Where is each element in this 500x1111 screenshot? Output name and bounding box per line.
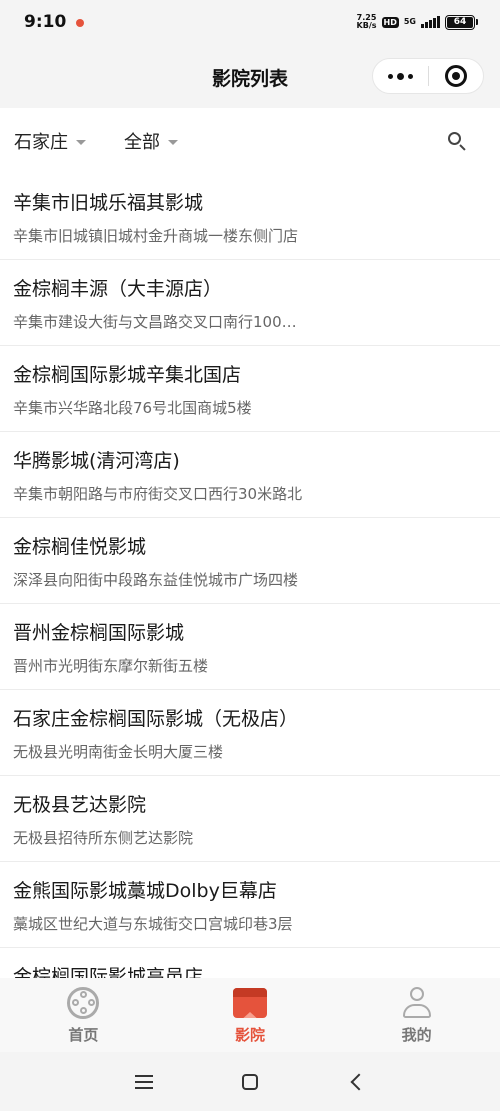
cinema-address: 辛集市建设大街与文昌路交叉口南行100… — [13, 313, 297, 331]
bottom-tab-bar: 首页 影院 我的 — [0, 978, 500, 1052]
cinema-name: 辛集市旧城乐福其影城 — [13, 192, 204, 214]
tab-cinema-label: 影院 — [235, 1026, 266, 1044]
cinema-name: 晋州金棕榈国际影城 — [13, 622, 185, 644]
cinema-name: 华腾影城(清河湾店) — [13, 450, 180, 472]
cinema-address: 辛集市兴华路北段76号北国商城5楼 — [13, 399, 252, 417]
network-speed: 7.25 KB/s — [357, 14, 377, 30]
cinema-name: 金棕榈佳悦影城 — [13, 536, 147, 558]
city-filter-label: 石家庄 — [14, 132, 68, 153]
status-time: 9:10 — [24, 12, 67, 32]
cinema-list-item[interactable]: 华腾影城(清河湾店) 辛集市朝阳路与市府街交叉口西行30米路北 — [0, 432, 500, 518]
cinema-screen-icon — [233, 986, 267, 1020]
tab-mine[interactable]: 我的 — [333, 978, 500, 1052]
cinema-address: 无极县光明南街金长明大厦三楼 — [13, 743, 224, 761]
cinema-name: 金棕榈国际影城辛集北国店 — [13, 364, 242, 386]
hd-badge: HD — [381, 16, 399, 28]
mini-program-capsule — [372, 58, 484, 94]
cinema-list-item[interactable]: 辛集市旧城乐福其影城 辛集市旧城镇旧城村金升商城一楼东侧门店 — [0, 174, 500, 260]
cinema-list-item[interactable]: 无极县艺达影院 无极县招待所东侧艺达影院 — [0, 776, 500, 862]
more-options-button[interactable] — [373, 59, 428, 93]
back-button[interactable] — [350, 1073, 368, 1090]
cinema-name: 石家庄金棕榈国际影城（无极店） — [13, 708, 299, 730]
signal-icon — [421, 16, 440, 28]
cinema-name: 无极县艺达影院 — [13, 794, 147, 816]
location-icon — [76, 19, 85, 27]
battery-icon: 64 — [445, 14, 478, 30]
cinema-address: 无极县招待所东侧艺达影院 — [13, 829, 194, 847]
status-bar: 9:10 7.25 KB/s HD 5G 64 — [0, 0, 500, 44]
network-speed-unit: KB/s — [356, 21, 377, 30]
cinema-list-item[interactable]: 金棕榈国际影城高邑店 — [0, 948, 500, 978]
cinema-address: 辛集市朝阳路与市府街交叉口西行30米路北 — [13, 485, 303, 503]
cinema-list-item[interactable]: 金棕榈丰源（大丰源店） 辛集市建设大街与文昌路交叉口南行100… — [0, 260, 500, 346]
cinema-list: 辛集市旧城乐福其影城 辛集市旧城镇旧城村金升商城一楼东侧门店 金棕榈丰源（大丰源… — [0, 174, 500, 978]
cinema-address: 晋州市光明街东摩尔新街五楼 — [13, 657, 209, 675]
recent-apps-button[interactable] — [134, 1074, 153, 1089]
search-icon — [448, 132, 461, 145]
cinema-list-item[interactable]: 金熊国际影城藁城Dolby巨幕店 藁城区世纪大道与东城街交口宫城印巷3层 — [0, 862, 500, 948]
district-filter-label: 全部 — [124, 132, 160, 153]
cinema-address: 辛集市旧城镇旧城村金升商城一楼东侧门店 — [13, 227, 299, 245]
network-type: 5G — [403, 17, 416, 26]
system-navigation-bar — [0, 1052, 500, 1111]
cinema-address: 藁城区世纪大道与东城街交口宫城印巷3层 — [13, 915, 293, 933]
cinema-name: 金棕榈国际影城高邑店 — [13, 966, 204, 978]
cinema-name: 金棕榈丰源（大丰源店） — [13, 278, 223, 300]
navigation-bar: 影院列表 — [0, 44, 500, 108]
search-button[interactable] — [446, 130, 468, 152]
close-target-icon — [444, 65, 467, 87]
tab-home-label: 首页 — [68, 1026, 99, 1044]
tab-cinema[interactable]: 影院 — [167, 978, 334, 1052]
cinema-list-item[interactable]: 石家庄金棕榈国际影城（无极店） 无极县光明南街金长明大厦三楼 — [0, 690, 500, 776]
close-mini-program-button[interactable] — [428, 59, 483, 93]
caret-down-icon — [76, 139, 86, 145]
cinema-list-item[interactable]: 晋州金棕榈国际影城 晋州市光明街东摩尔新街五楼 — [0, 604, 500, 690]
tab-mine-label: 我的 — [401, 1026, 432, 1044]
tab-home[interactable]: 首页 — [0, 978, 167, 1052]
cinema-list-item[interactable]: 金棕榈国际影城辛集北国店 辛集市兴华路北段76号北国商城5楼 — [0, 346, 500, 432]
district-filter[interactable]: 全部 — [124, 128, 178, 154]
cinema-list-item[interactable]: 金棕榈佳悦影城 深泽县向阳街中段路东益佳悦城市广场四楼 — [0, 518, 500, 604]
cinema-list-page: 石家庄 全部 辛集市旧城乐福其影城 辛集市旧城镇旧城村金升商城一楼东侧门店 金棕… — [0, 108, 500, 978]
more-dots-icon — [387, 72, 413, 80]
filter-bar: 石家庄 全部 — [0, 108, 500, 174]
film-reel-icon — [66, 986, 100, 1020]
cinema-name: 金熊国际影城藁城Dolby巨幕店 — [13, 880, 277, 902]
cinema-address: 深泽县向阳街中段路东益佳悦城市广场四楼 — [13, 571, 299, 589]
status-indicators: 7.25 KB/s HD 5G 64 — [357, 14, 478, 30]
user-icon — [400, 986, 434, 1020]
home-button[interactable] — [241, 1073, 258, 1090]
city-filter[interactable]: 石家庄 — [14, 128, 86, 154]
caret-down-icon — [168, 139, 178, 145]
battery-level: 64 — [447, 16, 473, 28]
